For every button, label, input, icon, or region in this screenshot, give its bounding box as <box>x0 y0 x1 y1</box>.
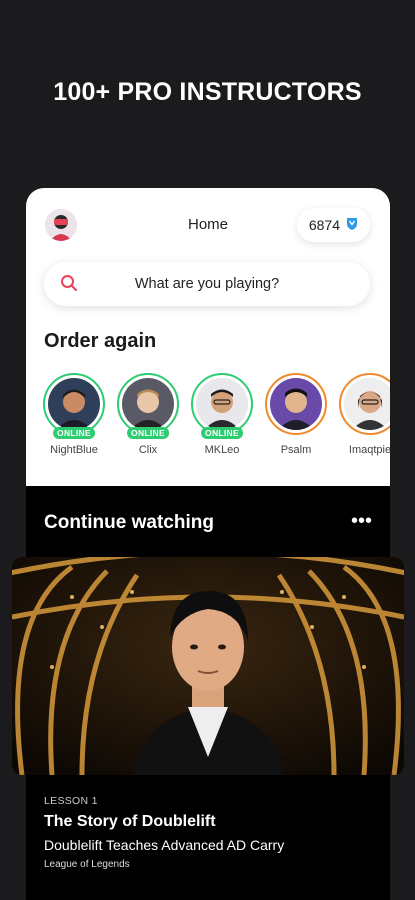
lesson-game: League of Legends <box>44 859 130 870</box>
instructor-item[interactable]: ONLINE Clix <box>116 373 180 456</box>
instructor-avatar-ring: ONLINE <box>117 373 179 439</box>
instructor-avatar <box>344 378 390 430</box>
instructor-item[interactable]: ONLINE MKLeo <box>190 373 254 456</box>
instructor-item[interactable]: ONLINE NightBlue <box>42 373 106 456</box>
instructor-avatar <box>270 378 322 430</box>
instructor-item[interactable]: Psalm <box>264 373 328 456</box>
instructor-item[interactable]: Imaqtpie <box>338 373 390 456</box>
instructor-name: NightBlue <box>50 444 98 456</box>
lesson-label: LESSON 1 <box>44 795 98 807</box>
instructor-name: Psalm <box>280 444 312 456</box>
instructor-name: MKLeo <box>204 444 240 456</box>
online-badge: ONLINE <box>201 427 243 439</box>
continue-watching-title: Continue watching <box>44 512 214 533</box>
lesson-title[interactable]: The Story of Doublelift <box>44 813 216 831</box>
coin-count: 6874 <box>308 217 340 233</box>
app-screen: Home 6874 What are you playing? Order ag… <box>26 188 390 900</box>
instructor-name: Imaqtpie <box>348 444 390 456</box>
more-dots-icon[interactable]: ••• <box>351 510 372 533</box>
instructor-avatar <box>48 378 100 430</box>
online-badge: ONLINE <box>127 427 169 439</box>
order-again-title: Order again <box>44 330 157 352</box>
online-badge: ONLINE <box>53 427 95 439</box>
instructor-list: ONLINE NightBlue ONLINE Clix ONLINE MKLe… <box>42 373 390 456</box>
search-placeholder: What are you playing? <box>134 276 280 292</box>
headline: 100+ PRO INSTRUCTORS <box>53 78 362 106</box>
instructor-avatar <box>122 378 174 430</box>
instructor-avatar <box>196 378 248 430</box>
instructor-avatar-ring: ONLINE <box>191 373 253 439</box>
instructor-avatar-ring <box>339 373 390 435</box>
video-thumbnail[interactable] <box>12 557 404 775</box>
lesson-subtitle: Doublelift Teaches Advanced AD Carry <box>44 837 285 853</box>
instructor-name: Clix <box>138 444 158 456</box>
coin-balance[interactable]: 6874 <box>296 208 370 242</box>
top-bar: Home 6874 <box>26 206 390 246</box>
instructor-avatar-ring <box>265 373 327 435</box>
instructor-avatar-ring: ONLINE <box>43 373 105 439</box>
search-bar[interactable]: What are you playing? <box>44 262 370 306</box>
shield-coin-icon <box>346 217 358 233</box>
